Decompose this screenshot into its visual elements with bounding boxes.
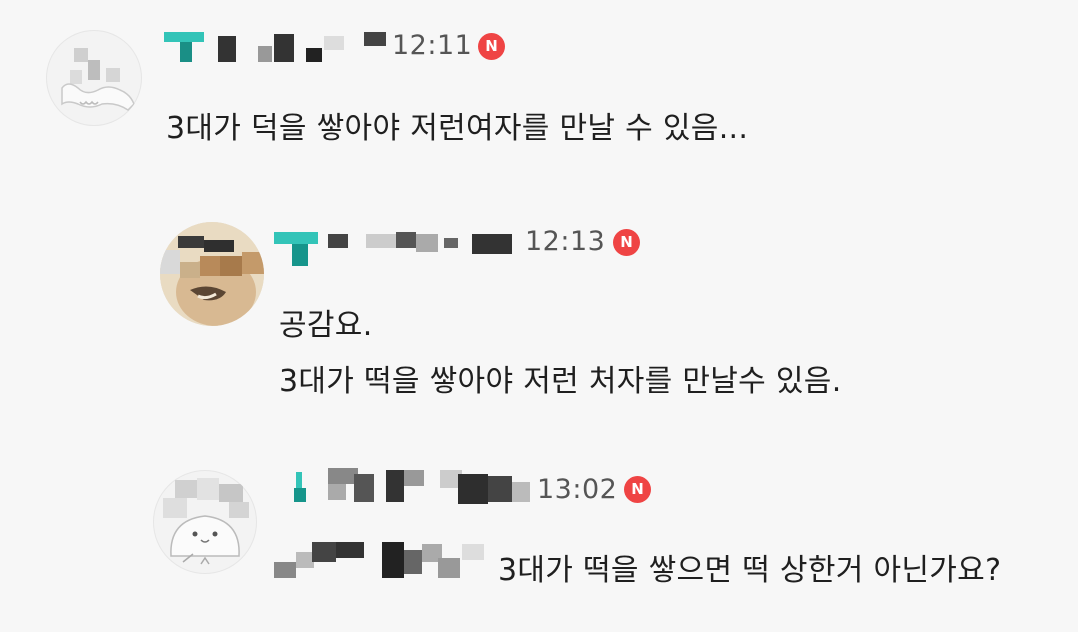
comment-3: 13:02 N 3대가 떡을 쌓으면 떡 상한거 아닌가요? bbox=[0, 0, 1078, 632]
new-badge-icon: N bbox=[624, 476, 651, 503]
comment-text: 3대가 떡을 쌓으면 떡 상한거 아닌가요? bbox=[498, 553, 1002, 588]
comment-time: 13:02 bbox=[537, 474, 618, 505]
bunny-avatar-icon bbox=[163, 478, 249, 565]
avatar-comment-3[interactable] bbox=[153, 470, 257, 574]
nickname-comment-3[interactable] bbox=[290, 466, 535, 506]
mention-tag[interactable] bbox=[272, 540, 494, 580]
